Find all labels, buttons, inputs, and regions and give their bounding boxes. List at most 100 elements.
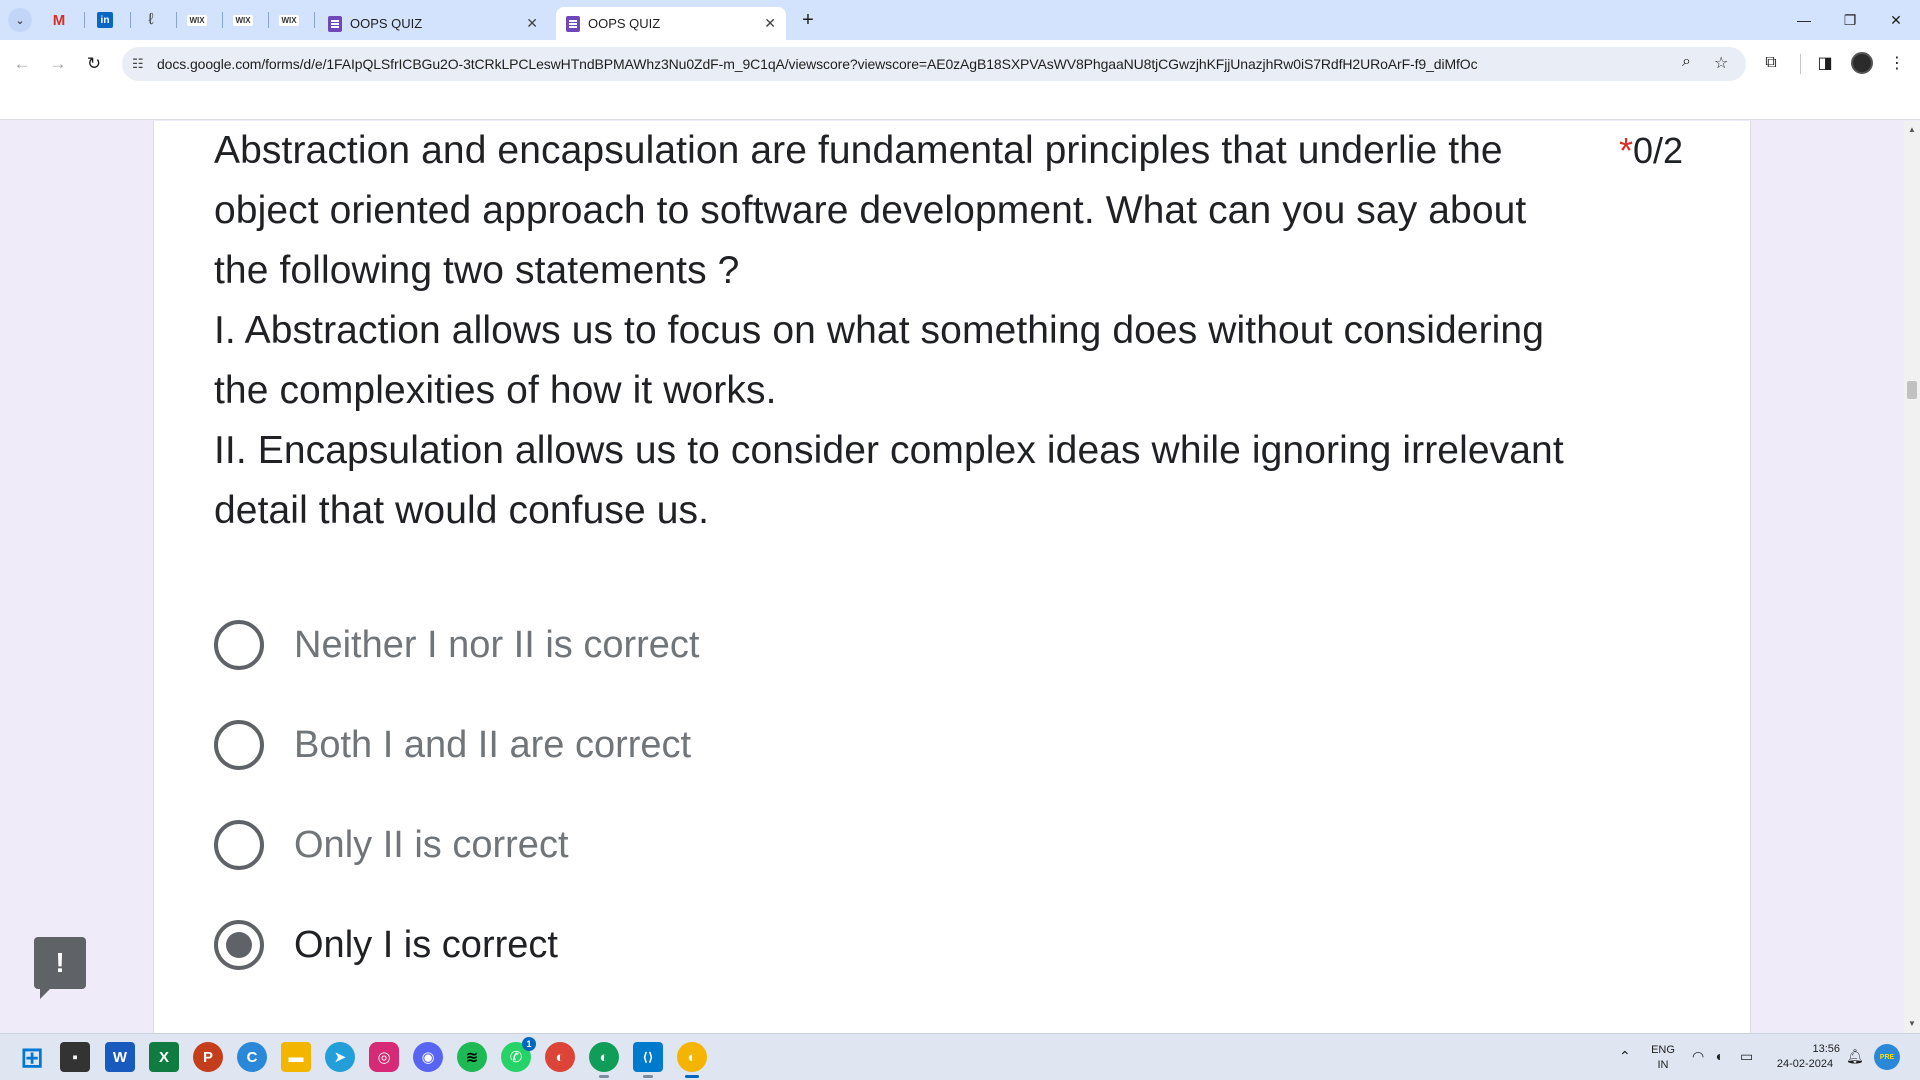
question-line: II. Encapsulation allows us to consider … bbox=[214, 429, 1564, 472]
language-indicator[interactable]: ENG IN bbox=[1648, 1043, 1678, 1073]
running-indicator bbox=[643, 1075, 653, 1078]
taskbar-app-chrome[interactable]: ◐ bbox=[545, 1042, 575, 1072]
scroll-down-icon[interactable]: ▼ bbox=[1908, 1019, 1916, 1028]
wifi-icon[interactable]: ◠ bbox=[1692, 1048, 1704, 1065]
taskbar-app-c[interactable]: C bbox=[237, 1042, 267, 1072]
tab-separator bbox=[84, 12, 85, 28]
profile-avatar[interactable] bbox=[1851, 52, 1873, 74]
question-line: the complexities of how it works. bbox=[214, 369, 777, 412]
arrow-left-icon: ← bbox=[13, 54, 31, 73]
scrollbar-thumb[interactable] bbox=[1907, 381, 1917, 399]
whatsapp-icon: ✆ bbox=[509, 1049, 523, 1066]
start-button[interactable]: ⊞ bbox=[17, 1041, 47, 1073]
windows-taskbar: ⊞ ▪ W X P C ▬ ➤ ◎ ◉ ≋ ✆ 1 ◐ ◐ ⟨⟩ ◐ ⌃ ENG … bbox=[0, 1033, 1920, 1080]
tab-oops-quiz-1[interactable]: OOPS QUIZ ✕ bbox=[318, 7, 548, 40]
windows-start-icon: ⊞ bbox=[20, 1041, 44, 1073]
tab-separator bbox=[176, 12, 177, 28]
address-bar[interactable]: ☷ docs.google.com/forms/d/e/1FAIpQLSfrIC… bbox=[122, 47, 1746, 81]
radio-button-checked[interactable] bbox=[214, 920, 264, 970]
menu-button[interactable]: ⋮ bbox=[1884, 50, 1910, 76]
taskbar-app-file-manager[interactable]: ▪ bbox=[60, 1042, 90, 1072]
battery-icon[interactable]: ▭ bbox=[1740, 1048, 1753, 1065]
taskbar-app-folder[interactable]: ▬ bbox=[281, 1042, 311, 1072]
wix-icon: WIX bbox=[187, 14, 207, 26]
new-tab-button[interactable]: + bbox=[796, 8, 820, 32]
close-icon[interactable]: ✕ bbox=[764, 15, 776, 32]
radio-button[interactable] bbox=[214, 720, 264, 770]
taskbar-app-powerpoint[interactable]: P bbox=[193, 1042, 223, 1072]
running-indicator bbox=[599, 1075, 609, 1078]
copilot-button[interactable]: PRE bbox=[1874, 1044, 1900, 1070]
tab-oops-quiz-2[interactable]: OOPS QUIZ ✕ bbox=[556, 7, 786, 40]
chrome-active-icon: ◐ bbox=[687, 1048, 697, 1066]
pinned-tab-wix-1[interactable]: WIX bbox=[180, 8, 214, 32]
radio-button[interactable] bbox=[214, 820, 264, 870]
pinned-tab-wix-2[interactable]: WIX bbox=[226, 8, 260, 32]
minimize-icon: — bbox=[1797, 12, 1811, 28]
volume-icon[interactable]: ◖ bbox=[1714, 1048, 1722, 1064]
close-icon[interactable]: ✕ bbox=[526, 15, 538, 32]
bell-icon[interactable]: 🔔︎ bbox=[1846, 1048, 1864, 1065]
answer-option-selected[interactable]: Only I is correct bbox=[214, 915, 558, 975]
google-forms-icon bbox=[566, 15, 580, 32]
taskbar-app-word[interactable]: W bbox=[105, 1042, 135, 1072]
radio-button[interactable] bbox=[214, 620, 264, 670]
app-icon: ℓ bbox=[148, 11, 154, 28]
taskbar-app-excel[interactable]: X bbox=[149, 1042, 179, 1072]
pinned-tab-wix-3[interactable]: WIX bbox=[272, 8, 306, 32]
gmail-icon: M bbox=[52, 11, 66, 29]
question-line: Abstraction and encapsulation are fundam… bbox=[214, 129, 1503, 172]
browser-tab-strip: ⌄ M in ℓ WIX WIX WIX OOPS QUIZ ✕ OOPS QU… bbox=[0, 0, 1920, 40]
score-value: 0/2 bbox=[1633, 130, 1684, 171]
tab-title: OOPS QUIZ bbox=[350, 16, 423, 31]
answer-option[interactable]: Only II is correct bbox=[214, 815, 569, 875]
side-panel-button[interactable]: ◨ bbox=[1812, 50, 1838, 76]
taskbar-app-vscode[interactable]: ⟨⟩ bbox=[633, 1042, 663, 1078]
option-label: Neither I nor II is correct bbox=[294, 623, 700, 666]
plus-icon: + bbox=[802, 8, 814, 31]
taskbar-app-whatsapp[interactable]: ✆ 1 bbox=[501, 1037, 536, 1072]
site-info-icon[interactable]: ☷ bbox=[132, 56, 144, 72]
bookmark-star-icon[interactable]: ☆ bbox=[1714, 53, 1728, 73]
browser-toolbar: ← → ↻ ☷ docs.google.com/forms/d/e/1FAIpQ… bbox=[0, 40, 1920, 120]
answer-option[interactable]: Neither I nor II is correct bbox=[214, 615, 699, 675]
report-feedback-button[interactable]: ! bbox=[34, 937, 86, 999]
scroll-up-icon[interactable]: ▲ bbox=[1908, 125, 1916, 134]
restore-icon: ❐ bbox=[1843, 11, 1857, 28]
pinned-tab-app[interactable]: ℓ bbox=[134, 8, 168, 32]
back-button[interactable]: ← bbox=[8, 50, 36, 78]
taskbar-app-spotify[interactable]: ≋ bbox=[457, 1042, 487, 1072]
answer-option[interactable]: Both I and II are correct bbox=[214, 715, 691, 775]
taskbar-app-discord[interactable]: ◉ bbox=[413, 1042, 443, 1072]
url-text[interactable]: docs.google.com/forms/d/e/1FAIpQLSfrICBG… bbox=[157, 56, 1657, 72]
instagram-icon: ◎ bbox=[377, 1049, 391, 1066]
forward-button[interactable]: → bbox=[44, 50, 72, 78]
option-label: Only I is correct bbox=[294, 923, 558, 966]
reload-button[interactable]: ↻ bbox=[80, 50, 108, 78]
notification-badge: 1 bbox=[522, 1037, 536, 1051]
zoom-icon[interactable]: ⌕ bbox=[1682, 53, 1691, 71]
tab-search-button[interactable]: ⌄ bbox=[8, 8, 32, 32]
pinned-tab-linkedin[interactable]: in bbox=[88, 8, 122, 32]
taskbar-app-telegram[interactable]: ➤ bbox=[325, 1042, 355, 1072]
clock-date: 24-02-2024 bbox=[1776, 1058, 1834, 1070]
chevron-up-icon[interactable]: ⌃ bbox=[1619, 1048, 1631, 1065]
taskbar-app-chrome-profile[interactable]: ◐ bbox=[589, 1042, 619, 1078]
discord-icon: ◉ bbox=[421, 1049, 435, 1066]
taskbar-app-instagram[interactable]: ◎ bbox=[369, 1042, 399, 1072]
toolbar-separator bbox=[1800, 54, 1801, 74]
chevron-down-icon: ⌄ bbox=[15, 14, 25, 27]
clock[interactable]: 13:56 24-02-2024 bbox=[1770, 1042, 1840, 1072]
extensions-button[interactable]: ⧉ bbox=[1758, 50, 1784, 76]
close-window-button[interactable]: ✕ bbox=[1881, 6, 1911, 34]
language-code: ENG bbox=[1651, 1044, 1675, 1056]
taskbar-app-chrome-active[interactable]: ◐ bbox=[677, 1042, 707, 1078]
tab-title: OOPS QUIZ bbox=[588, 16, 661, 31]
minimize-button[interactable]: — bbox=[1789, 6, 1819, 34]
page-scrollbar[interactable]: ▲ ▼ bbox=[1904, 121, 1920, 1033]
side-panel-icon: ◨ bbox=[1817, 55, 1833, 72]
pinned-tab-gmail[interactable]: M bbox=[42, 8, 76, 32]
question-text: Abstraction and encapsulation are fundam… bbox=[214, 121, 1774, 541]
restore-button[interactable]: ❐ bbox=[1835, 6, 1865, 34]
wix-icon: WIX bbox=[233, 14, 253, 26]
